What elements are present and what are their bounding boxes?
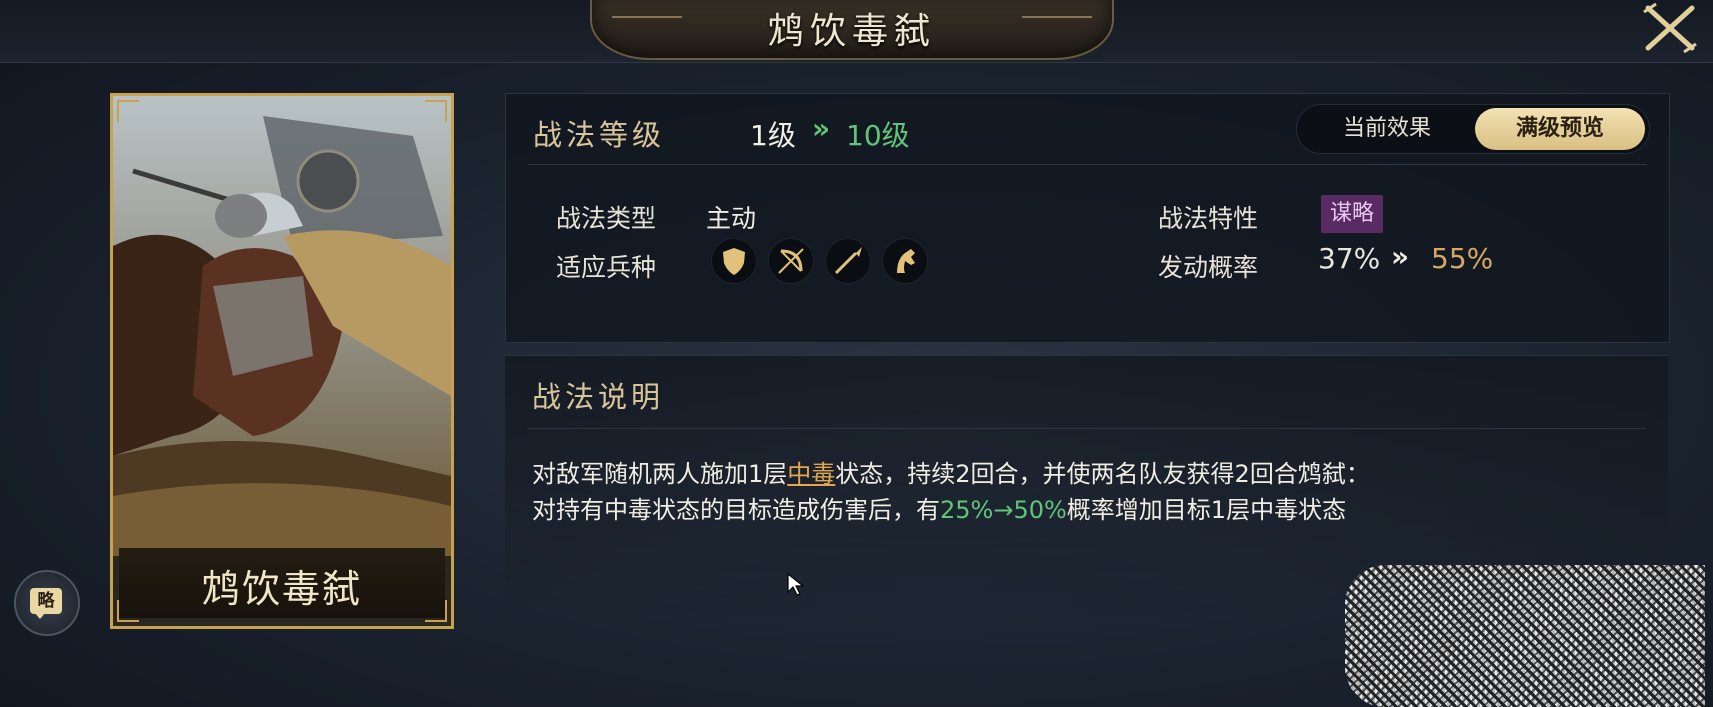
close-button[interactable] <box>1642 2 1698 54</box>
rate-to: 55% <box>1431 242 1494 275</box>
trait-label: 战法特性 <box>1158 204 1259 233</box>
divider <box>528 164 1647 165</box>
effect-toggle: 当前效果 满级预览 <box>1296 104 1650 154</box>
card-name: 鸩饮毒弑 <box>201 567 362 611</box>
level-label: 战法等级 <box>533 118 666 152</box>
top-bar: 鸩饮毒弑 <box>0 0 1713 63</box>
description-line-1: 对敌军随机两人施加1层中毒状态，持续2回合，并使两名队友获得2回合鸩弑： <box>532 454 1370 489</box>
rate-label: 发动概率 <box>1158 253 1259 282</box>
poison-keyword-link[interactable]: 中毒 <box>787 460 835 488</box>
card-corner <box>425 100 447 122</box>
speech-bubble-tail <box>34 612 46 619</box>
skill-card: 鸩饮毒弑 <box>110 93 454 629</box>
type-value: 主动 <box>706 204 757 233</box>
description-line-2: 对持有中毒状态的目标造成伤害后，有25%→50%概率增加目标1层中毒状态 <box>532 490 1346 525</box>
trait-tag: 谋略 <box>1321 195 1384 233</box>
spear-icon <box>825 238 871 284</box>
description-highlight: 25%→50% <box>940 496 1067 524</box>
type-label: 战法类型 <box>556 204 657 233</box>
watermark <box>1345 565 1705 707</box>
title-plate: 鸩饮毒弑 <box>590 0 1114 60</box>
description-text: 对敌军随机两人施加1层 <box>532 460 788 488</box>
level-arrow-icon: » <box>812 112 831 145</box>
max-level-preview-tab[interactable]: 满级预览 <box>1475 108 1645 150</box>
close-icon <box>1643 2 1697 54</box>
description-title: 战法说明 <box>532 380 665 414</box>
horse-icon <box>882 238 928 284</box>
current-effect-tab[interactable]: 当前效果 <box>1307 105 1467 153</box>
strategy-badge[interactable]: 略 <box>14 570 80 636</box>
units-label: 适应兵种 <box>556 253 657 282</box>
level-to: 10级 <box>846 119 910 152</box>
rate-arrow-icon: » <box>1391 240 1410 273</box>
description-text: 状态，持续2回合，并使两名队友获得2回合鸩弑： <box>835 460 1370 488</box>
mouse-cursor-icon <box>787 572 805 596</box>
strategy-badge-label: 略 <box>30 588 62 614</box>
page-title: 鸩饮毒弑 <box>767 11 936 52</box>
skill-info-panel: 战法等级 1级 » 10级 当前效果 满级预览 战法类型 主动 适应兵种 战法特… <box>505 93 1670 343</box>
general-portrait <box>113 96 451 556</box>
card-corner <box>117 100 139 122</box>
card-name-band: 鸩饮毒弑 <box>119 547 445 618</box>
shield-icon <box>711 238 757 284</box>
description-text: 对持有中毒状态的目标造成伤害后，有 <box>532 496 940 524</box>
level-from: 1级 <box>750 119 796 152</box>
description-text: 概率增加目标1层中毒状态 <box>1066 496 1347 524</box>
divider <box>527 428 1646 429</box>
rate-from: 37% <box>1318 242 1381 275</box>
bow-icon <box>768 238 814 284</box>
